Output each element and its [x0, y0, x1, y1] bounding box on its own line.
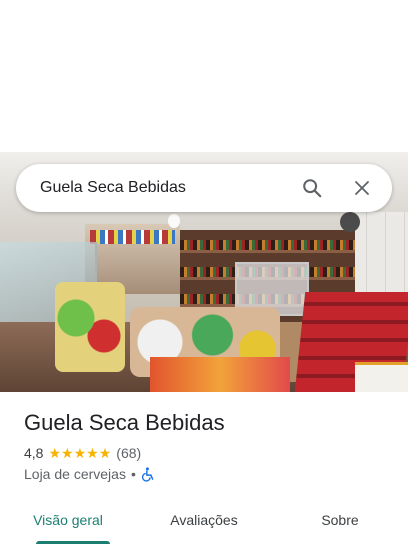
star-icon: ★: [86, 445, 99, 461]
star-icon: ★: [98, 445, 112, 461]
tab-label: Avaliações: [170, 512, 238, 528]
rating-value: 4,8: [24, 445, 44, 461]
tab-reviews[interactable]: Avaliações: [136, 498, 272, 544]
photo-cooler: [355, 362, 408, 392]
tab-about[interactable]: Sobre: [272, 498, 408, 544]
search-input[interactable]: Guela Seca Bebidas: [40, 179, 296, 197]
photo-snack-bags: [150, 357, 290, 392]
star-icon: ★: [61, 445, 74, 461]
star-icon: ★: [48, 445, 62, 461]
photo-fan: [340, 212, 360, 232]
place-title: Guela Seca Bebidas: [24, 410, 225, 435]
tab-label: Sobre: [321, 512, 359, 528]
separator-dot: •: [130, 466, 136, 482]
map-area-blank: [0, 0, 408, 152]
close-icon[interactable]: [346, 172, 378, 204]
tab-overview[interactable]: Visão geral: [0, 498, 136, 544]
star-rating: ★ ★ ★ ★ ★: [48, 446, 111, 460]
photo-lamp: [168, 214, 180, 228]
photo-goods: [55, 282, 125, 372]
search-icon[interactable]: [296, 172, 328, 204]
star-icon: ★: [73, 445, 87, 461]
place-info-panel: Guela Seca Bebidas 4,8 ★ ★ ★ ★ ★ (68) Lo…: [0, 392, 408, 544]
review-count[interactable]: (68): [116, 445, 141, 461]
search-bar[interactable]: Guela Seca Bebidas: [16, 164, 392, 212]
photo-shelf-items: [90, 230, 175, 244]
wheelchair-accessible-icon: [141, 466, 155, 482]
rating-row[interactable]: 4,8 ★ ★ ★ ★ ★ (68): [24, 445, 141, 461]
category-row: Loja de cervejas •: [24, 466, 155, 482]
place-tabs: Visão geral Avaliações Sobre: [0, 498, 408, 544]
tab-label: Visão geral: [33, 512, 103, 528]
place-category: Loja de cervejas: [24, 466, 126, 482]
